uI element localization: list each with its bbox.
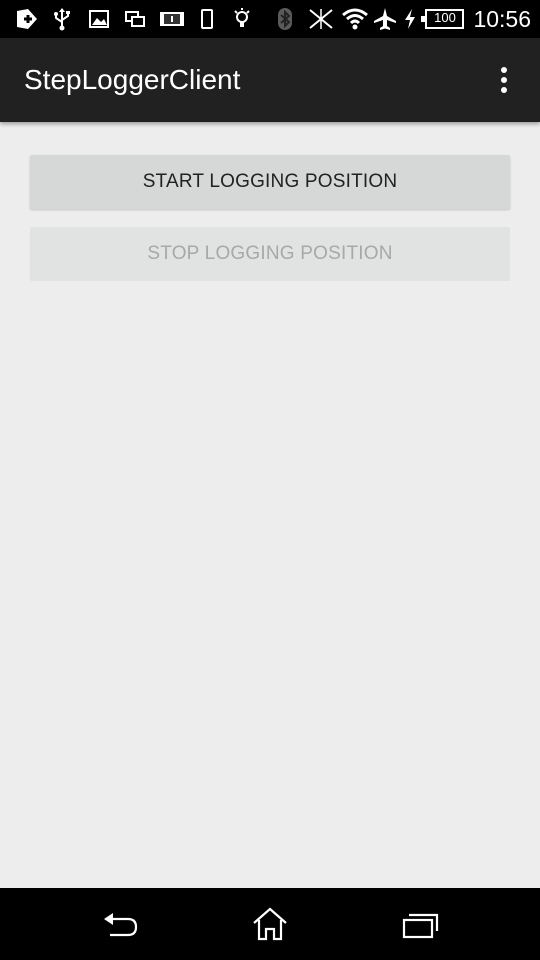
recents-icon[interactable] (400, 906, 440, 942)
add-box-icon (15, 7, 39, 31)
status-time: 10:56 (473, 6, 531, 32)
start-logging-button[interactable]: START LOGGING POSITION (30, 155, 510, 209)
status-bar: 100 10:56 (0, 0, 540, 38)
usb-icon (52, 7, 72, 31)
stop-logging-button[interactable]: STOP LOGGING POSITION (30, 227, 510, 281)
airplane-icon (372, 7, 398, 31)
app-title: StepLoggerClient (24, 64, 241, 95)
battery-icon: 100 (421, 9, 465, 29)
navigation-bar (0, 888, 540, 960)
more-vert-icon[interactable] (490, 65, 518, 95)
app-bar: StepLoggerClient (0, 38, 540, 122)
bluetooth-icon (275, 7, 295, 31)
charging-icon (403, 7, 417, 31)
phone-icon (199, 7, 215, 31)
back-icon[interactable] (100, 906, 140, 942)
bulb-icon (232, 7, 252, 31)
image-icon (88, 7, 110, 31)
info-card-icon (158, 7, 186, 31)
home-icon[interactable] (250, 906, 290, 942)
no-signal-icon (306, 7, 336, 31)
wifi-icon (341, 7, 369, 31)
screen-mirror-icon (124, 7, 146, 31)
battery-level: 100 (434, 10, 456, 25)
